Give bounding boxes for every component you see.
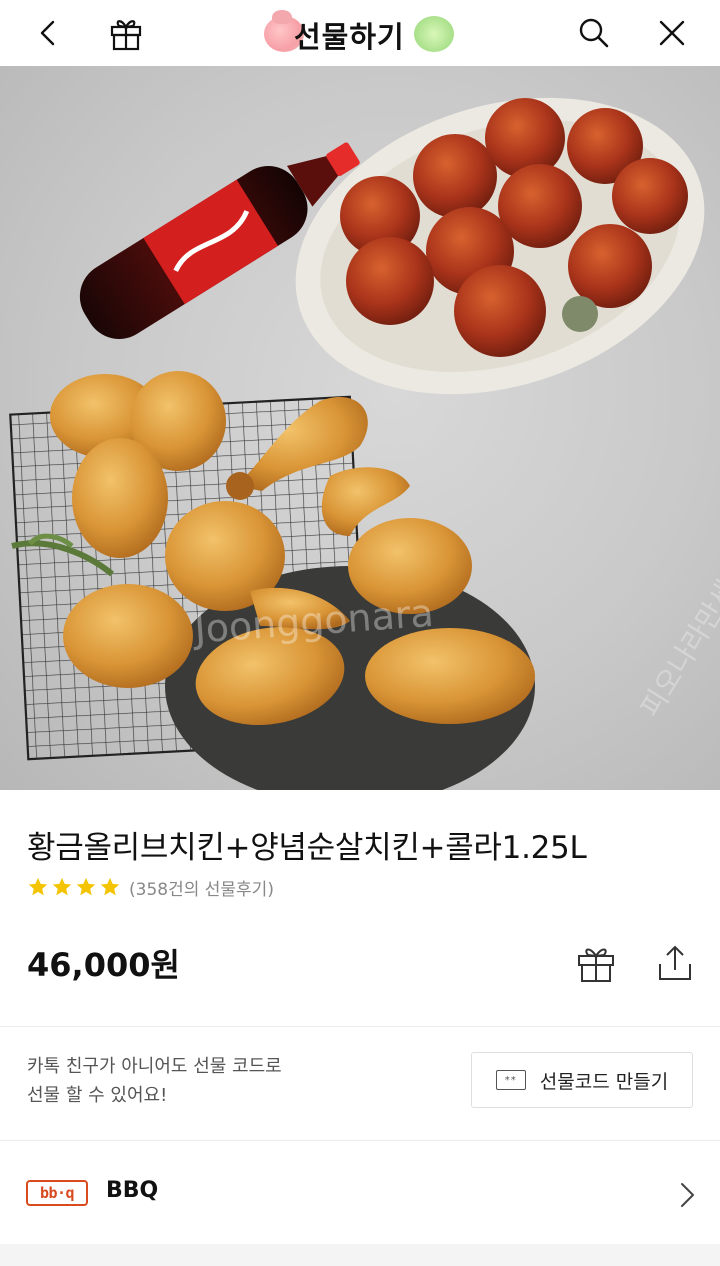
divider [0,1026,720,1027]
watermark-side: 피오나라만세 [634,574,720,723]
title-decoration-right [414,16,454,52]
brand-link[interactable]: bb·q BBQ [0,1142,720,1242]
gift-code-note: 카톡 친구가 아니어도 선물 코드로 선물 할 수 있어요! [27,1052,282,1110]
gift-code-note-line2: 선물 할 수 있어요! [27,1085,168,1106]
create-gift-code-button[interactable]: ** 선물코드 만들기 [471,1052,693,1108]
gift-box-icon [110,20,142,51]
share-icon [659,945,691,980]
chevron-left-icon [40,20,55,46]
close-icon [659,20,685,46]
search-button[interactable] [570,9,618,57]
bottom-edge [0,1244,720,1266]
search-icon [579,18,609,48]
chevron-right-icon [681,1183,694,1207]
brand-name: BBQ [106,1178,159,1203]
gift-box-icon [578,948,614,982]
rating-row[interactable]: (358건의 선물후기) [27,874,274,900]
gift-button[interactable] [573,940,619,986]
brand-logo: bb·q [26,1180,88,1206]
product-image[interactable]: Joonggonara 피오나라만세 [0,66,720,790]
divider [0,1140,720,1141]
gift-box-button[interactable] [102,9,150,57]
rating-stars [27,876,121,898]
star-icon [76,877,96,896]
star-icon [28,877,48,896]
product-name: 황금올리브치킨+양념순살치킨+콜라1.25L [27,830,587,866]
product-price: 46,000원 [27,946,180,984]
sauced-chicken-plate [295,97,705,395]
share-button[interactable] [652,940,698,986]
star-icon [100,877,120,896]
review-count: (358건의 선물후기) [129,879,274,900]
star-icon [52,877,72,896]
ticket-icon: ** [495,1070,526,1090]
top-bar: 선물하기 [0,0,720,66]
back-button[interactable] [24,9,72,57]
page-title: 선물하기 [264,8,454,58]
create-gift-code-label: 선물코드 만들기 [539,1070,669,1093]
gift-code-note-line1: 카톡 친구가 아니어도 선물 코드로 [27,1056,282,1077]
close-button[interactable] [648,9,696,57]
page-title-text: 선물하기 [294,20,405,54]
